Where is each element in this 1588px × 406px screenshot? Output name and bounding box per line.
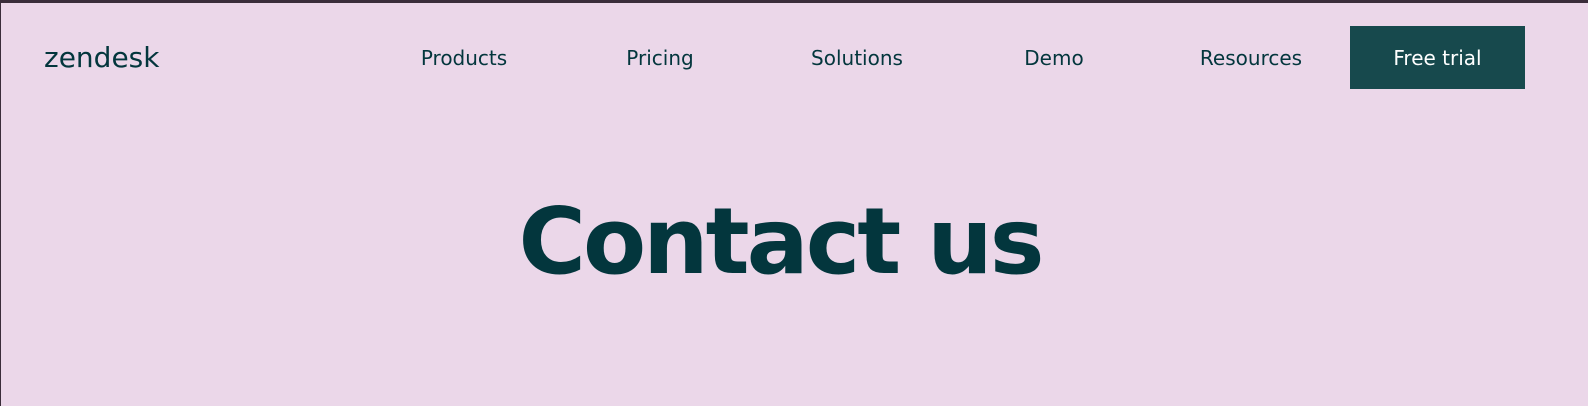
nav-resources-link[interactable]: Resources bbox=[1200, 45, 1302, 71]
nav-demo-link[interactable]: Demo bbox=[1024, 45, 1083, 71]
free-trial-button[interactable]: Free trial bbox=[1350, 26, 1525, 89]
page-title: Contact us bbox=[518, 188, 1044, 295]
page: zendesk Products Pricing Solutions Demo … bbox=[1, 3, 1588, 406]
nav-products-link[interactable]: Products bbox=[421, 45, 507, 71]
site-header: zendesk Products Pricing Solutions Demo … bbox=[1, 3, 1588, 113]
nav-solutions-link[interactable]: Solutions bbox=[811, 45, 903, 71]
nav-pricing-link[interactable]: Pricing bbox=[626, 45, 693, 71]
zendesk-logo[interactable]: zendesk bbox=[44, 41, 159, 75]
